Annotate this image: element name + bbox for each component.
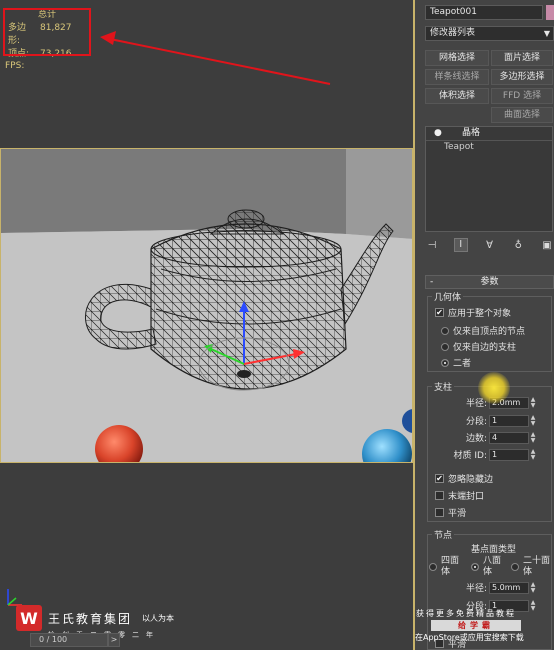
struts-title: 支柱	[432, 380, 455, 393]
stack-toolbar: ⊣ I ∀ ♁ ▣	[425, 237, 554, 253]
lightbulb-icon[interactable]: ●	[434, 128, 442, 138]
object-name-field[interactable]: Teapot001	[425, 5, 543, 20]
strut-material-spinner[interactable]: 材质 ID: 1 ▲ ▼	[447, 448, 536, 461]
radio-off	[441, 326, 449, 335]
perspective-viewport[interactable]: 总计 多边形: 81,827 顶点: 73,216 FPS: W 王氏教育集团 …	[0, 0, 413, 650]
stack-item-lattice[interactable]: ● 晶格	[426, 127, 552, 141]
spinner-arrows-icon[interactable]: ▲ ▼	[530, 414, 536, 427]
joint-radius-label: 半径:	[465, 584, 487, 594]
nodes-only-radio[interactable]: 仅来自顶点的节点	[441, 324, 525, 337]
volume-select-button[interactable]: 体积选择	[425, 88, 489, 104]
remove-modifier-icon[interactable]: ♁	[511, 240, 525, 251]
time-slider[interactable]: 0 / 100	[30, 633, 108, 647]
spline-select-button[interactable]: 样条线选择	[425, 69, 489, 85]
geometry-title: 几何体	[432, 290, 464, 303]
promo-button[interactable]: 给学霸	[431, 620, 521, 631]
spinner-arrows-icon[interactable]: ▲ ▼	[530, 448, 536, 461]
mouse-cursor-highlight	[478, 372, 510, 404]
struts-only-radio[interactable]: 仅来自边的支柱	[441, 340, 516, 353]
teapot-render	[1, 149, 412, 462]
octa-label: 八面体	[483, 556, 502, 577]
checkbox-checked: ✔	[435, 308, 444, 317]
brand-logo: W	[16, 605, 42, 631]
strut-segments-value[interactable]: 1	[489, 414, 529, 427]
strut-sides-value[interactable]: 4	[489, 431, 529, 444]
icosa-radio[interactable]: 二十面体	[511, 556, 553, 578]
both-radio[interactable]: 二者	[441, 356, 471, 369]
ignore-hidden-edges-checkbox[interactable]: ✔ 忽略隐藏边	[435, 472, 493, 485]
apply-whole-object-label: 应用于整个对象	[448, 309, 512, 319]
spinner-arrows-icon[interactable]: ▲ ▼	[530, 431, 536, 444]
parameters-title: 参数	[480, 277, 499, 287]
struts-only-label: 仅来自边的支柱	[453, 343, 517, 353]
checkbox-checked: ✔	[435, 474, 444, 483]
strut-segments-spinner[interactable]: 分段: 1 ▲ ▼	[447, 414, 536, 427]
end-caps-label: 末端封口	[448, 492, 485, 502]
modifier-list-label: 修改器列表	[430, 28, 476, 38]
checkbox-unchecked	[435, 491, 444, 500]
poly-select-button[interactable]: 多边形选择	[491, 69, 553, 85]
apply-whole-object-checkbox[interactable]: ✔ 应用于整个对象	[435, 306, 511, 319]
brand-name: 王氏教育集团	[48, 611, 133, 626]
tetra-radio[interactable]: 四面体	[429, 556, 459, 578]
collapse-icon: -	[430, 277, 434, 287]
checkbox-unchecked	[435, 508, 444, 517]
strut-sides-spinner[interactable]: 边数: 4 ▲ ▼	[447, 431, 536, 444]
icosa-label: 二十面体	[523, 556, 551, 577]
strut-smooth-label: 平滑	[448, 509, 467, 519]
configure-sets-icon[interactable]: ▣	[540, 240, 554, 251]
make-unique-icon[interactable]: ∀	[483, 240, 497, 251]
command-panel: Teapot001 修改器列表 ▼ 网格选择 面片选择 样条线选择 多边形选择 …	[413, 0, 554, 650]
joint-radius-spinner[interactable]: 半径: 5.0mm ▲ ▼	[447, 581, 536, 594]
patch-select-button[interactable]: 面片选择	[491, 50, 553, 66]
brand-tagline: 以人为本	[142, 613, 175, 623]
ignore-hidden-edges-label: 忽略隐藏边	[448, 475, 494, 485]
pin-stack-icon[interactable]: ⊣	[425, 240, 439, 251]
radio-off	[511, 563, 519, 571]
parameters-rollout[interactable]: - 参数	[425, 275, 554, 289]
strut-sides-label: 边数:	[465, 434, 487, 444]
radio-off	[429, 563, 437, 571]
radio-on	[471, 563, 479, 571]
surface-select-button[interactable]: 曲面选择	[491, 107, 553, 123]
strut-segments-label: 分段:	[465, 417, 487, 427]
spinner-arrows-icon[interactable]: ▲ ▼	[530, 581, 536, 594]
strut-material-label: 材质 ID:	[453, 451, 487, 461]
both-label: 二者	[453, 359, 472, 369]
geodesic-type-label: 基点面类型	[471, 545, 517, 555]
nodes-only-label: 仅来自顶点的节点	[453, 327, 526, 337]
joint-type-label: 基点面类型	[471, 542, 516, 555]
viewport-scene[interactable]	[0, 148, 413, 463]
promo-line3: 在AppStore或应用宝搜索下载	[415, 633, 524, 642]
radio-off	[441, 342, 449, 351]
annotation-arrow	[100, 31, 331, 85]
object-color-swatch[interactable]	[546, 5, 554, 20]
stack-lattice-label: 晶格	[462, 128, 481, 138]
radio-on	[441, 358, 449, 367]
promo-overlay: 获得更多免费精品教程 给学霸 在AppStore或应用宝搜索下载	[413, 607, 554, 650]
modifier-list-dropdown[interactable]: 修改器列表 ▼	[425, 26, 554, 41]
octa-radio[interactable]: 八面体	[471, 556, 503, 578]
promo-line1: 获得更多免费精品教程	[416, 609, 516, 618]
joint-radius-value[interactable]: 5.0mm	[489, 581, 529, 594]
tetra-label: 四面体	[441, 556, 460, 577]
strut-smooth-checkbox[interactable]: 平滑	[435, 506, 466, 519]
joints-title: 节点	[432, 528, 455, 541]
brand-watermark: W 王氏教育集团 以人为本	[16, 605, 174, 631]
ffd-select-button[interactable]: FFD 选择	[491, 88, 553, 104]
show-end-result-icon[interactable]: I	[453, 238, 468, 252]
stack-item-teapot[interactable]: Teapot	[426, 141, 552, 153]
modifier-stack[interactable]: ● 晶格 Teapot	[425, 126, 553, 232]
chevron-down-icon: ▼	[543, 29, 550, 38]
spinner-arrows-icon[interactable]: ▲ ▼	[530, 396, 536, 409]
time-next-button[interactable]: >	[108, 633, 120, 647]
strut-material-value[interactable]: 1	[489, 448, 529, 461]
mesh-select-button[interactable]: 网格选择	[425, 50, 489, 66]
end-caps-checkbox[interactable]: 末端封口	[435, 489, 484, 502]
